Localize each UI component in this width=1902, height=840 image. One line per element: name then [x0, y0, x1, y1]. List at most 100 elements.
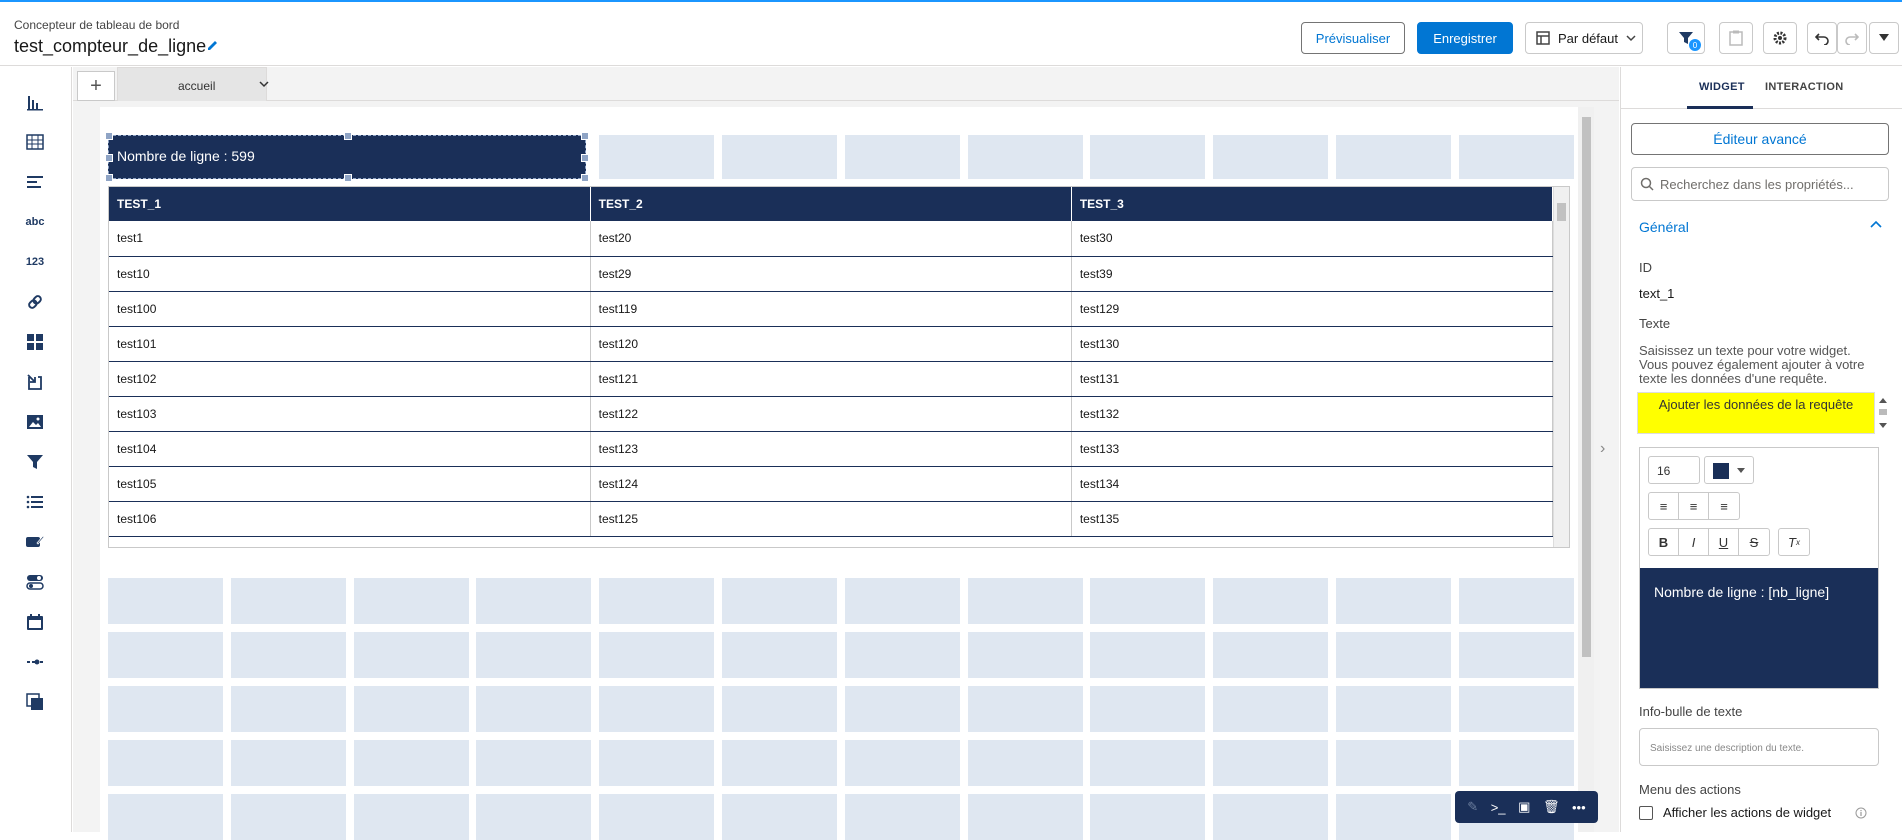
save-button[interactable]: Enregistrer [1417, 22, 1513, 54]
grid-placeholder-cell [1458, 135, 1574, 179]
scrollbar-thumb[interactable] [1557, 203, 1566, 221]
resize-handle[interactable] [105, 174, 113, 182]
underline-icon[interactable]: U [1709, 529, 1739, 555]
strikethrough-icon[interactable]: S [1739, 529, 1769, 555]
canvas-scrollbar[interactable] [1578, 107, 1594, 832]
edit-card-icon[interactable] [24, 531, 46, 553]
table-row[interactable]: test103 test122 test132 [109, 396, 1554, 432]
grid-placeholder-cell [1458, 740, 1574, 786]
scrollbar-thumb[interactable] [1582, 117, 1591, 657]
grid-placeholder-cell [353, 578, 469, 624]
import-icon[interactable] [24, 371, 46, 393]
chevron-down-icon[interactable] [258, 78, 270, 90]
advanced-editor-button[interactable]: Éditeur avancé [1631, 123, 1889, 155]
toggle-icon[interactable] [24, 571, 46, 593]
layout-select[interactable]: Par défaut [1525, 22, 1643, 54]
table-row[interactable]: test101 test120 test130 [109, 326, 1554, 362]
grid-placeholder-cell [722, 740, 837, 786]
undo-button[interactable] [1807, 22, 1837, 54]
collapse-panel-arrow-icon[interactable]: › [1600, 440, 1618, 464]
slider-icon[interactable] [24, 651, 46, 673]
table-row[interactable]: test10 test29 test39 [109, 256, 1554, 292]
list-icon[interactable] [24, 171, 46, 193]
table-cell: test129 [1071, 291, 1554, 327]
text-abc-icon[interactable]: abc [24, 211, 46, 233]
pencil-icon[interactable]: ✎ [1467, 799, 1478, 815]
resize-handle[interactable] [105, 154, 113, 162]
table-cell: test124 [590, 466, 1072, 502]
clear-format-icon[interactable]: Tx [1779, 529, 1809, 555]
undo-icon [1815, 33, 1829, 45]
table-row[interactable]: test106 test125 test135 [109, 501, 1554, 537]
section-general-title[interactable]: Général [1639, 219, 1689, 235]
table-scrollbar[interactable] [1553, 187, 1569, 547]
table-row[interactable]: test102 test121 test131 [109, 361, 1554, 397]
add-page-button[interactable]: + [77, 71, 115, 101]
preview-button[interactable]: Prévisualiser [1301, 22, 1405, 54]
settings-button[interactable] [1763, 22, 1797, 54]
table-row[interactable]: test100 test119 test129 [109, 291, 1554, 327]
resize-handle[interactable] [105, 132, 113, 140]
spinner-arrows-icon[interactable] [1877, 395, 1889, 431]
tab-widget[interactable]: WIDGET [1699, 81, 1745, 93]
filter-widget-icon[interactable] [24, 451, 46, 473]
chevron-up-icon[interactable] [1869, 217, 1883, 231]
calendar-icon[interactable] [24, 611, 46, 633]
add-query-data-button[interactable]: Ajouter les données de la requête [1637, 392, 1875, 434]
table-icon[interactable] [24, 131, 46, 153]
tab-accueil[interactable]: accueil [117, 67, 270, 101]
table-cell: test106 [109, 501, 591, 537]
properties-search-input[interactable]: Recherchez dans les propriétés... [1631, 167, 1889, 201]
tooltip-input[interactable]: Saisissez une description du texte. [1639, 728, 1879, 766]
table-row[interactable]: test1 test20 test30 [109, 221, 1554, 257]
column-header[interactable]: TEST_2 [590, 187, 1072, 221]
resize-handle[interactable] [344, 174, 352, 182]
more-icon[interactable]: ••• [1572, 800, 1586, 815]
table-widget[interactable]: TEST_1 TEST_2 TEST_3 test1 test20 test30 te… [108, 186, 1570, 548]
data-table: TEST_1 TEST_2 TEST_3 test1 test20 test30 te… [109, 187, 1554, 537]
table-row[interactable]: test105 test124 test134 [109, 466, 1554, 502]
layers-icon[interactable] [24, 691, 46, 713]
column-header[interactable]: TEST_1 [109, 187, 591, 221]
more-actions-button[interactable] [1869, 22, 1899, 54]
align-right-icon[interactable]: ≡ [1709, 493, 1739, 519]
bullet-list-icon[interactable] [24, 491, 46, 513]
link-icon[interactable] [24, 291, 46, 313]
grid-placeholder-cell [1090, 686, 1206, 732]
italic-icon[interactable]: I [1679, 529, 1709, 555]
dashboard-grid-icon[interactable] [24, 331, 46, 353]
resize-handle[interactable] [581, 154, 589, 162]
align-center-icon[interactable]: ≡ [1679, 493, 1709, 519]
grid-placeholder-cell [108, 578, 223, 624]
tab-interaction[interactable]: INTERACTION [1765, 81, 1843, 93]
redo-button[interactable] [1837, 22, 1867, 54]
align-left-icon[interactable]: ≡ [1649, 493, 1679, 519]
font-color-picker[interactable] [1704, 456, 1754, 484]
properties-panel: WIDGET INTERACTION Éditeur avancé Recher… [1620, 67, 1902, 832]
show-actions-checkbox[interactable] [1639, 806, 1653, 820]
terminal-icon[interactable]: >_ [1491, 800, 1506, 815]
bold-icon[interactable]: B [1649, 529, 1679, 555]
resize-handle[interactable] [581, 132, 589, 140]
editor-content[interactable]: Nombre de ligne : [nb_ligne] [1640, 568, 1878, 688]
trash-icon[interactable]: 🗑 [1543, 799, 1560, 815]
edit-title-icon[interactable] [206, 38, 220, 52]
table-cell: test103 [109, 396, 591, 432]
table-row[interactable]: test104 test123 test133 [109, 431, 1554, 467]
image-icon[interactable] [24, 411, 46, 433]
number-123-icon[interactable]: 123 [24, 251, 46, 273]
clipboard-icon[interactable]: ▣ [1518, 799, 1530, 815]
resize-handle[interactable] [344, 132, 352, 140]
filter-button[interactable]: 0 [1667, 22, 1705, 54]
bar-chart-icon[interactable] [24, 91, 46, 113]
font-size-input[interactable]: 16 [1648, 456, 1700, 484]
table-cell: test131 [1071, 361, 1554, 397]
column-header[interactable]: TEST_3 [1071, 187, 1554, 221]
resize-handle[interactable] [581, 174, 589, 182]
grid-placeholder-cell [476, 740, 592, 786]
grid-placeholder-cell [1336, 578, 1451, 624]
clipboard-button[interactable] [1719, 22, 1753, 54]
table-cell: test121 [590, 361, 1072, 397]
text-widget[interactable]: Nombre de ligne : 599 [105, 132, 589, 182]
grid-placeholder-cell [1213, 740, 1329, 786]
